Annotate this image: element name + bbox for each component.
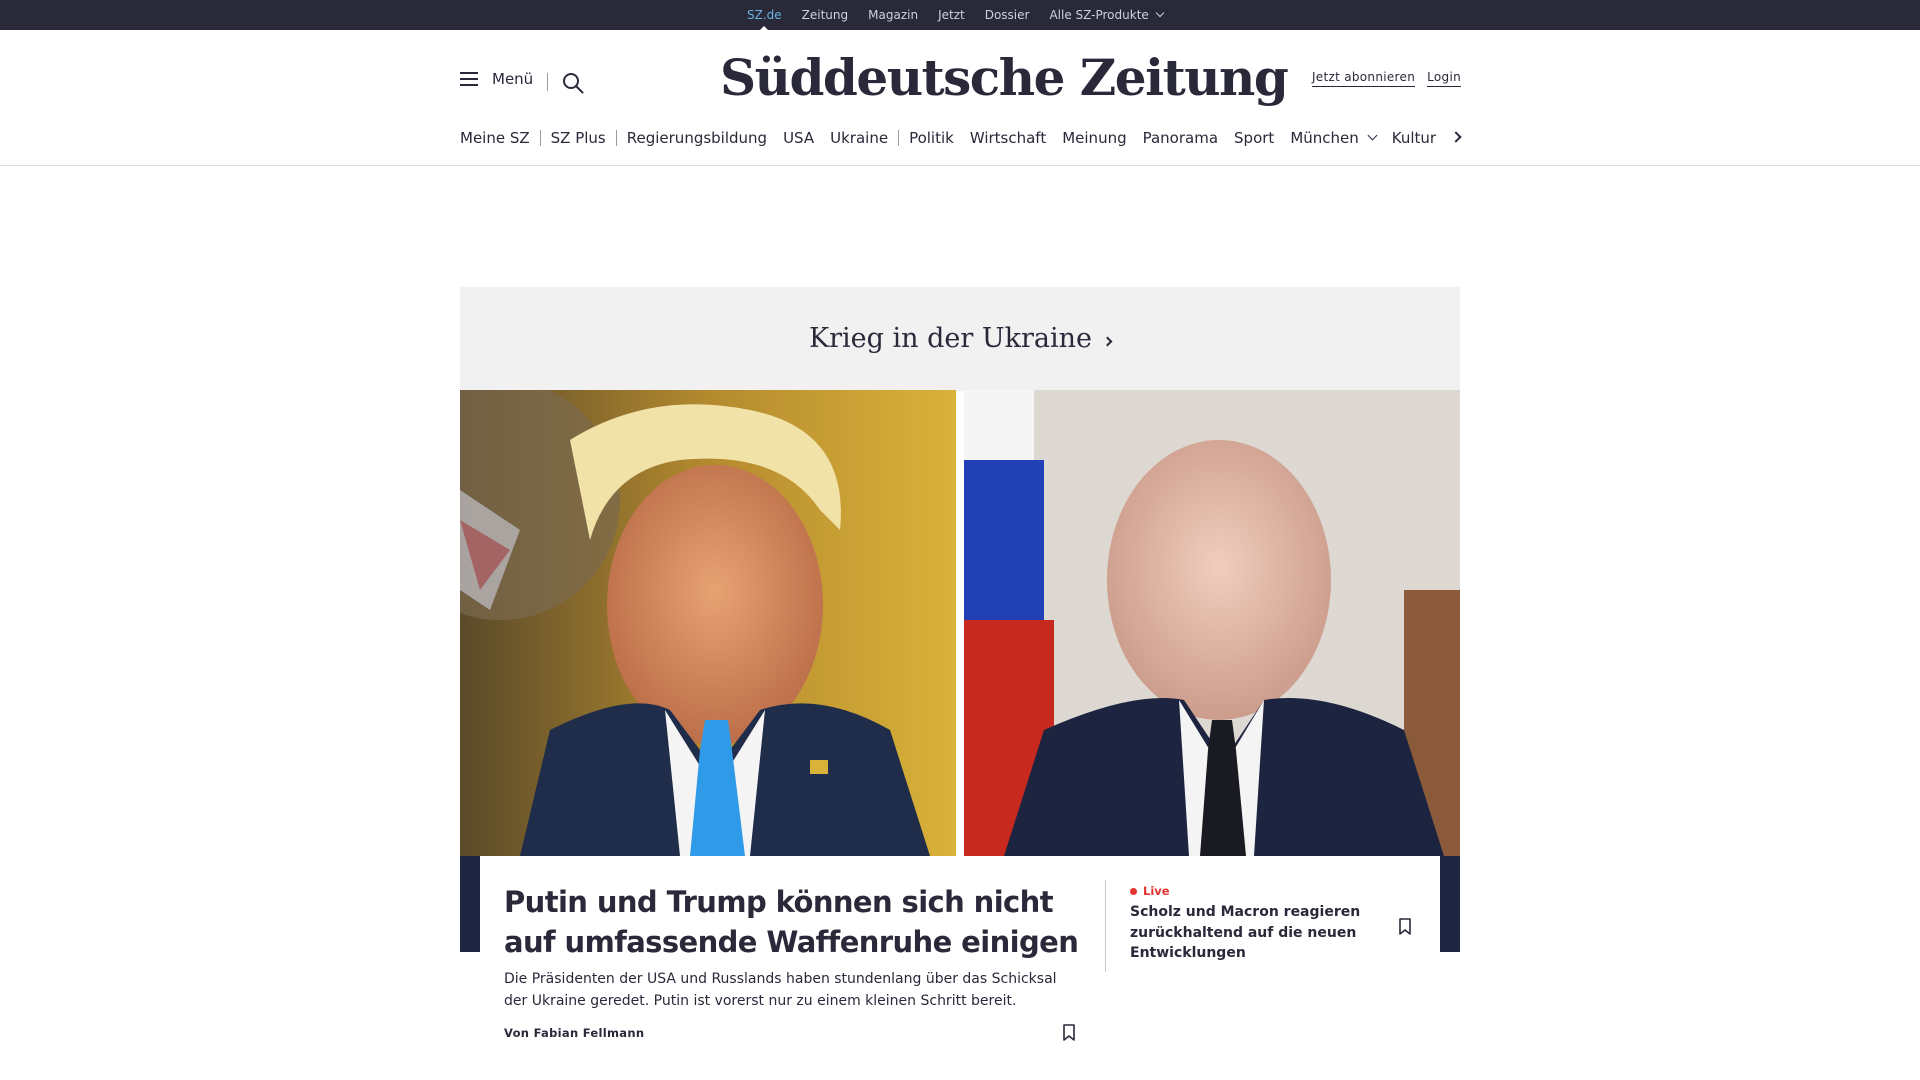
chevron-down-icon — [1155, 8, 1165, 18]
product-link-zeitung[interactable]: Zeitung — [802, 8, 848, 22]
article-headline[interactable]: Putin und Trump können sich nicht auf um… — [504, 882, 1084, 962]
live-badge: Live — [1130, 884, 1170, 898]
article-card: Putin und Trump können sich nicht auf um… — [480, 856, 1440, 1080]
nav-separator — [539, 130, 541, 146]
nav-item-politik[interactable]: Politik — [909, 129, 954, 147]
section-title: Krieg in der Ukraine — [808, 323, 1093, 354]
portrait-illustration-right — [964, 390, 1460, 856]
portrait-illustration-left — [460, 390, 956, 856]
section-title-link[interactable]: Krieg in der Ukraine — [460, 323, 1460, 354]
product-link-szde[interactable]: SZ.de — [747, 8, 782, 32]
nav-item-muenchen[interactable]: München — [1290, 129, 1378, 147]
product-link-jetzt[interactable]: Jetzt — [938, 8, 965, 22]
main-nav: Meine SZ SZ Plus Regierungsbildung USA U… — [460, 126, 1452, 150]
section-header: Krieg in der Ukraine — [460, 287, 1460, 391]
article-image-left[interactable] — [460, 390, 956, 856]
bookmark-icon[interactable] — [1062, 1024, 1076, 1042]
menu-button[interactable]: Menü — [460, 70, 533, 88]
nav-item-sz-plus[interactable]: SZ Plus — [551, 129, 606, 147]
live-dot-icon — [1130, 887, 1137, 895]
site-logo[interactable]: Süddeutsche Zeitung — [720, 48, 1289, 107]
search-icon[interactable] — [562, 72, 584, 94]
chevron-right-icon — [1102, 336, 1113, 347]
nav-item-wirtschaft[interactable]: Wirtschaft — [970, 129, 1046, 147]
article-teaser: Die Präsidenten der USA und Russlands ha… — [504, 971, 1057, 1009]
hamburger-icon — [460, 72, 480, 86]
product-link-magazin[interactable]: Magazin — [868, 8, 918, 22]
nav-separator — [615, 130, 617, 146]
nav-item-regierungsbildung[interactable]: Regierungsbildung — [627, 129, 767, 147]
nav-item-muenchen-label: München — [1290, 129, 1359, 147]
nav-item-usa[interactable]: USA — [783, 129, 814, 147]
nav-item-panorama[interactable]: Panorama — [1143, 129, 1218, 147]
article-author: Von Fabian Fellmann — [504, 1026, 645, 1040]
product-link-alle-produkte[interactable]: Alle SZ-Produkte — [1049, 8, 1165, 22]
product-link-dossier[interactable]: Dossier — [985, 8, 1030, 22]
nav-item-meine-sz[interactable]: Meine SZ — [460, 129, 530, 147]
bookmark-icon[interactable] — [1398, 918, 1412, 936]
product-link-alle-produkte-label: Alle SZ-Produkte — [1049, 8, 1149, 22]
site-header: Menü Süddeutsche Zeitung Jetzt abonniere… — [0, 30, 1920, 166]
card-divider — [1105, 880, 1106, 972]
nav-item-sport[interactable]: Sport — [1234, 129, 1274, 147]
nav-separator — [898, 130, 900, 146]
product-bar: SZ.de Zeitung Magazin Jetzt Dossier Alle… — [0, 0, 1920, 32]
nav-item-kultur[interactable]: Kultur — [1392, 129, 1436, 147]
menu-label: Menü — [492, 70, 534, 88]
nav-item-ukraine[interactable]: Ukraine — [830, 129, 888, 147]
article-image-right[interactable] — [964, 390, 1460, 856]
live-label: Live — [1143, 884, 1170, 898]
login-link[interactable]: Login — [1427, 70, 1461, 87]
side-article-headline[interactable]: Scholz und Macron reagieren zurückhalten… — [1130, 902, 1370, 964]
subscribe-link[interactable]: Jetzt abonnieren — [1311, 70, 1416, 87]
account-links: Jetzt abonnieren Login — [1300, 70, 1461, 87]
nav-item-meinung[interactable]: Meinung — [1062, 129, 1126, 147]
product-bar-items: SZ.de Zeitung Magazin Jetzt Dossier Alle… — [747, 0, 1183, 32]
chevron-down-icon — [1367, 130, 1378, 140]
header-divider — [547, 73, 548, 91]
